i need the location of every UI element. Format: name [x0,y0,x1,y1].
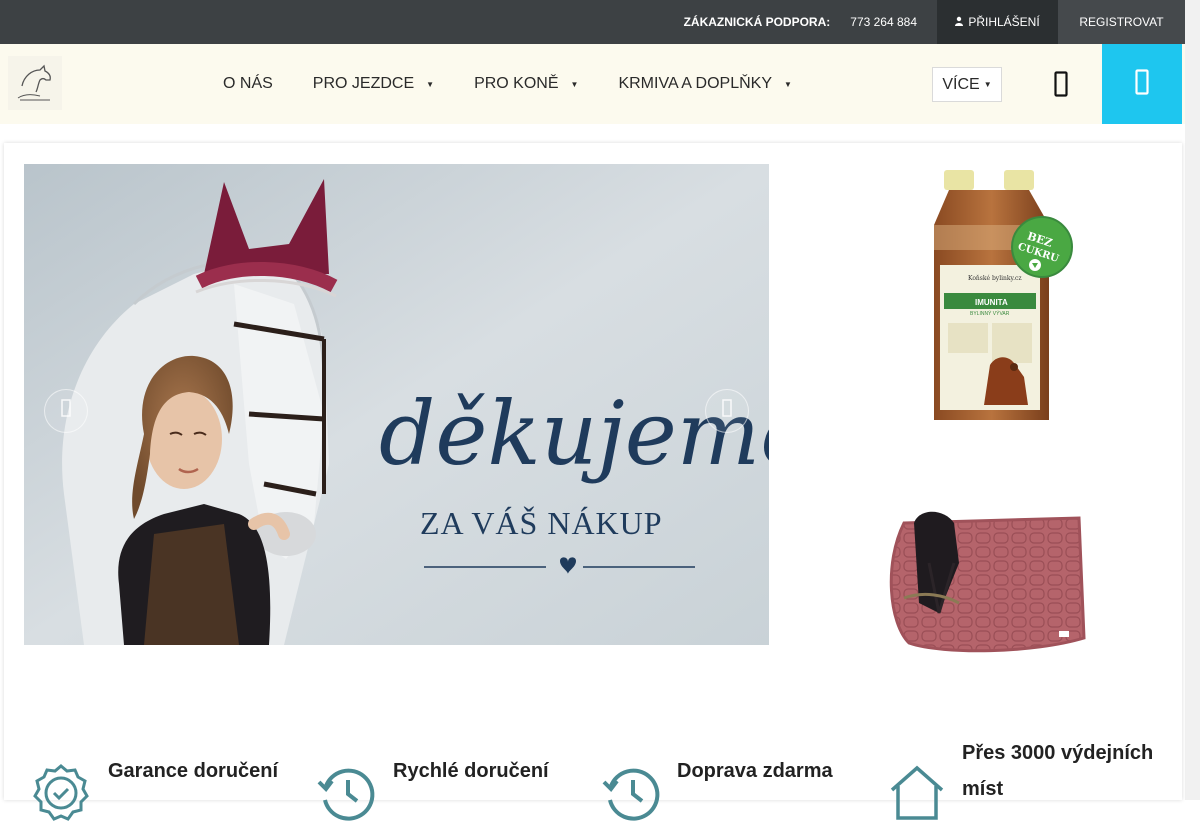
chevron-down-icon: ▼ [983,80,992,89]
main-nav: O NÁS PRO JEZDCE ▼ PRO KONĚ ▼ KRMIVA A D… [223,44,832,124]
chevron-left-icon [61,399,71,423]
slider-next-button[interactable] [705,389,749,433]
nav-item-pro-kone[interactable]: PRO KONĚ ▼ [474,75,578,93]
nav-item-label: KRMIVA A DOPLŇKY [618,75,772,92]
login-label: PŘIHLÁŠENÍ [968,15,1040,29]
support-phone-link[interactable]: 773 264 884 [850,15,917,29]
search-icon [1054,70,1068,102]
top-bar: ZÁKAZNICKÁ PODPORA: 773 264 884 PŘIHLÁŠE… [0,0,1185,44]
home-icon [890,765,944,820]
feature-rychle-doruceni: Rychlé doručení [316,738,586,821]
feature-label: Doprava zdarma [677,760,833,782]
main-content: děkujeme ZA VÁŠ NÁKUP Koňské bylinky.cz … [4,143,1182,821]
cart-button[interactable] [1102,44,1182,124]
scrollbar[interactable] [1185,0,1200,800]
chevron-down-icon: ▼ [570,79,579,89]
product-brand: Koňské bylinky.cz [968,275,1022,282]
chevron-right-icon [722,399,732,423]
clock-icon [317,768,375,821]
cart-icon [1135,68,1149,100]
register-button[interactable]: REGISTROVAT [1058,0,1185,44]
features-row: Garance doručení Rychlé doručení Doprava… [4,738,1182,821]
badge-check-icon [33,764,89,821]
feature-vydejni-mista: Přes 3000 výdejních míst [886,738,1176,820]
user-icon [955,15,964,29]
site-logo[interactable] [6,54,64,112]
promo-product-imunita[interactable]: Koňské bylinky.cz IMUNITA BYLINNÝ VÝVAR … [904,165,1079,430]
more-menu-button[interactable]: VÍCE ▼ [932,67,1002,102]
feature-label: Rychlé doručení [393,760,549,782]
nav-item-pro-jezdce[interactable]: PRO JEZDCE ▼ [313,75,434,93]
feature-label: Garance doručení [108,760,279,782]
main-header: O NÁS PRO JEZDCE ▼ PRO KONĚ ▼ KRMIVA A D… [0,44,1185,124]
nav-item-o-nas[interactable]: O NÁS [223,75,273,93]
search-button[interactable] [1043,68,1079,104]
feature-doprava-zdarma: Doprava zdarma [601,738,871,821]
nav-item-krmiva-a-doplnky[interactable]: KRMIVA A DOPLŇKY ▼ [618,75,791,93]
hero-slider[interactable]: děkujeme ZA VÁŠ NÁKUP [24,164,769,645]
login-button[interactable]: PŘIHLÁŠENÍ [937,0,1058,44]
nav-item-label: PRO JEZDCE [312,75,415,92]
chevron-down-icon: ▼ [784,79,792,89]
feature-label-line1: Přes 3000 výdejních [962,742,1154,764]
feature-garance-doruceni: Garance doručení [30,738,300,821]
saddle-pad-image [889,511,1086,653]
clock-icon [602,768,660,821]
nav-item-label: PRO KONĚ [474,75,559,92]
product-name: IMUNITA [975,298,1008,307]
nav-item-label: O NÁS [223,75,273,92]
promo-saddle-pad[interactable] [884,503,1089,663]
feature-label-line2: míst [962,778,1004,800]
product-bottle-image: Koňské bylinky.cz IMUNITA BYLINNÝ VÝVAR … [934,170,1073,420]
product-subtitle: BYLINNÝ VÝVAR [970,310,1010,317]
hero-subline: ZA VÁŠ NÁKUP [420,505,663,541]
slider-prev-button[interactable] [44,389,88,433]
more-menu-label: VÍCE [942,75,980,93]
chevron-down-icon: ▼ [426,79,435,89]
hero-banner-image: děkujeme ZA VÁŠ NÁKUP [24,164,769,645]
support-label: ZÁKAZNICKÁ PODPORA: [683,15,831,29]
